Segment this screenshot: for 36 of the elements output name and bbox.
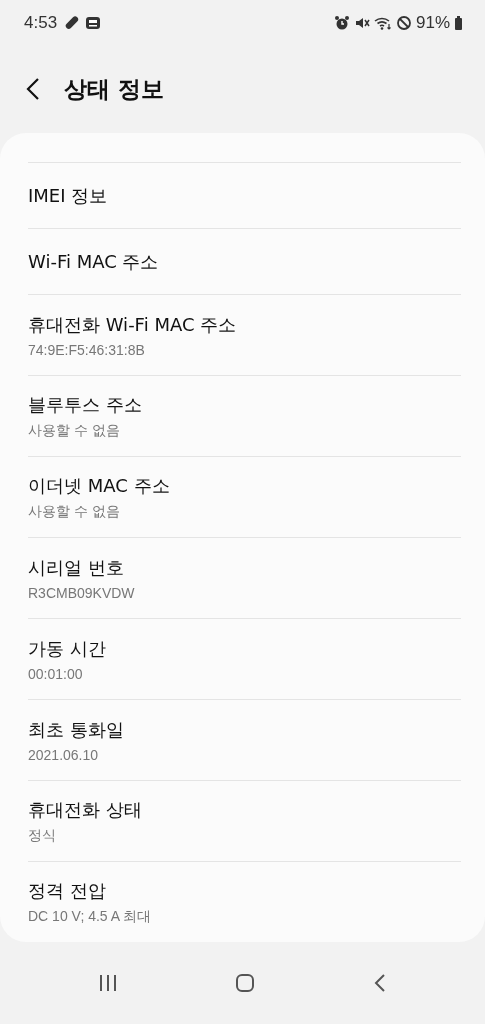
item-value: 00:01:00 xyxy=(28,665,84,682)
item-value: DC 10 V; 4.5 A 최대 xyxy=(28,907,153,926)
item-value: R3CMB09KVDW xyxy=(28,584,136,601)
item-value: 2021.06.10 xyxy=(28,746,100,763)
list-item[interactable]: 휴대전화 상태 정식 xyxy=(28,781,461,861)
item-title: 시리얼 번호 xyxy=(28,555,125,580)
ad-icon xyxy=(85,14,102,31)
list-item[interactable]: 휴대전화 Wi-Fi MAC 주소 74:9E:F5:46:31:8B xyxy=(28,295,461,375)
item-value: 정식 xyxy=(28,826,57,845)
list-item[interactable]: Wi-Fi MAC 주소 xyxy=(28,229,461,294)
do-not-disturb-icon xyxy=(395,14,412,31)
list-item[interactable]: 가동 시간 00:01:00 xyxy=(28,619,461,699)
item-title: 가동 시간 xyxy=(28,636,107,661)
list-item[interactable]: 정격 전압 DC 10 V; 4.5 A 최대 xyxy=(28,862,461,942)
item-title: 블루투스 주소 xyxy=(28,392,143,417)
alarm-icon xyxy=(333,14,350,31)
item-title: Wi-Fi MAC 주소 xyxy=(28,249,160,274)
status-time: 4:53 xyxy=(24,12,58,33)
item-title: 정격 전압 xyxy=(28,878,107,903)
item-title: 이더넷 MAC 주소 xyxy=(28,473,171,498)
battery-icon xyxy=(454,14,463,31)
item-title: 휴대전화 상태 xyxy=(28,797,143,822)
item-value: 74:9E:F5:46:31:8B xyxy=(28,341,146,358)
list-item[interactable]: 이더넷 MAC 주소 사용할 수 없음 xyxy=(28,457,461,537)
back-button[interactable] xyxy=(26,77,40,101)
item-title: 휴대전화 Wi-Fi MAC 주소 xyxy=(28,312,238,337)
item-title: 최초 통화일 xyxy=(28,717,125,742)
item-value: 사용할 수 없음 xyxy=(28,502,121,521)
item-title: IMEI 정보 xyxy=(28,183,109,208)
page-title: 상태 정보 xyxy=(64,74,164,104)
list-item[interactable]: 블루투스 주소 사용할 수 없음 xyxy=(28,376,461,456)
list-item[interactable]: IMEI 정보 xyxy=(28,163,461,228)
list-item[interactable]: 최초 통화일 2021.06.10 xyxy=(28,700,461,780)
battery-percent: 91% xyxy=(415,12,450,33)
item-value: 사용할 수 없음 xyxy=(28,421,121,440)
list-item[interactable]: 시리얼 번호 R3CMB09KVDW xyxy=(28,538,461,618)
